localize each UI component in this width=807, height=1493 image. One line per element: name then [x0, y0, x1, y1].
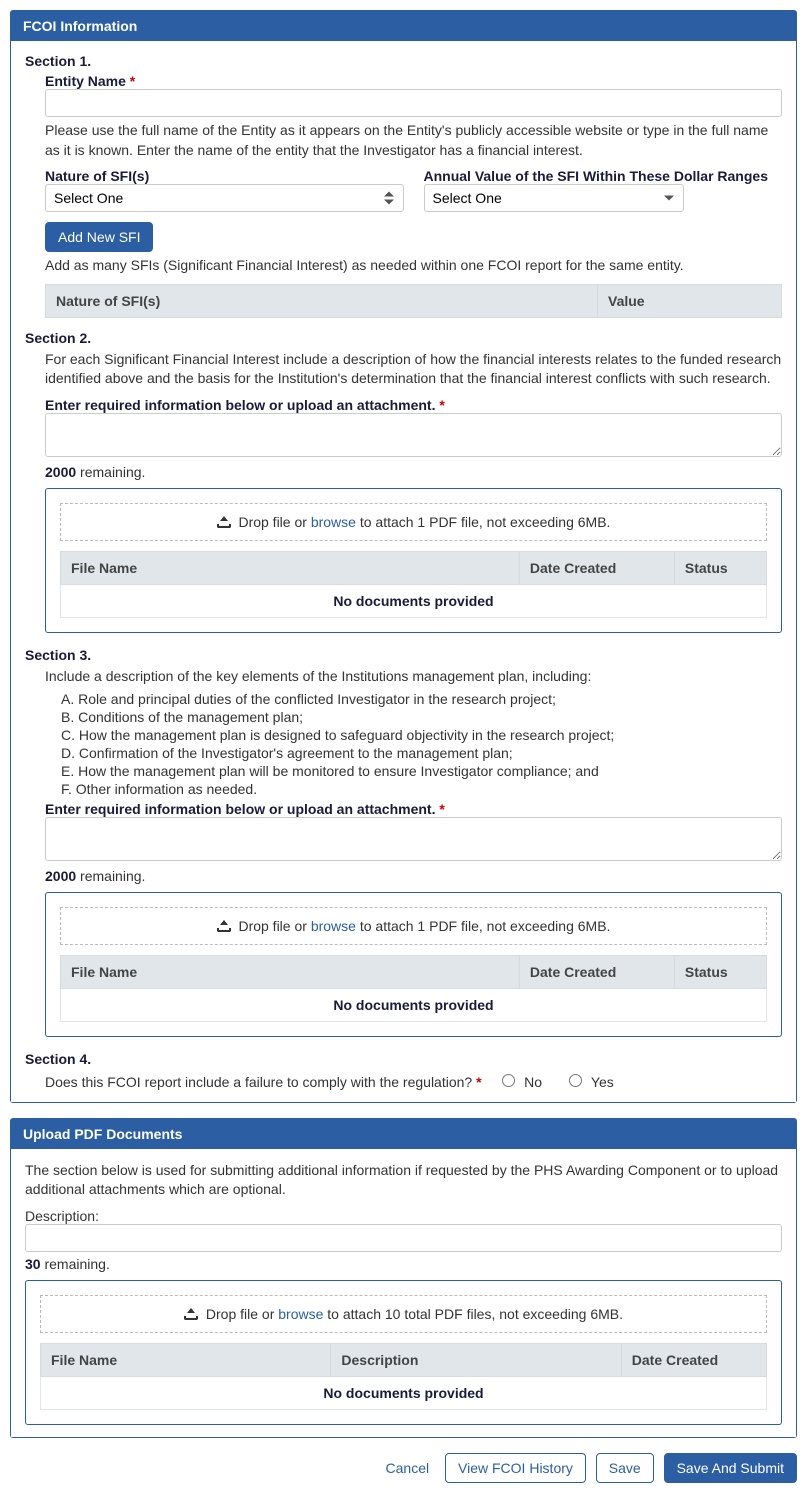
upload-icon — [217, 516, 231, 528]
upload-panel-help: The section below is used for submitting… — [25, 1161, 782, 1200]
section-3-textarea[interactable] — [45, 817, 782, 861]
section-2-help: For each Significant Financial Interest … — [45, 350, 782, 389]
section-3-input-label: Enter required information below or uplo… — [45, 801, 435, 817]
description-input[interactable] — [25, 1224, 782, 1252]
s2-th-status: Status — [674, 551, 766, 584]
s3-th-status: Status — [674, 955, 766, 988]
s3-th-file: File Name — [61, 955, 520, 988]
section-3-help: Include a description of the key element… — [45, 667, 782, 687]
footer-actions: Cancel View FCOI History Save Save And S… — [10, 1453, 797, 1483]
upload-file-table: File Name Description Date Created No do… — [40, 1343, 767, 1410]
s2-th-file: File Name — [61, 551, 520, 584]
upload-icon — [217, 920, 231, 932]
add-new-sfi-button[interactable]: Add New SFI — [45, 222, 153, 252]
section-2-browse-link[interactable]: browse — [311, 514, 356, 530]
section-3-counter: 2000 remaining. — [45, 868, 782, 884]
section-4-heading: Section 4. — [25, 1051, 782, 1067]
s3-item-b: B. Conditions of the management plan; — [61, 709, 782, 725]
description-label: Description: — [25, 1208, 782, 1224]
entity-name-label: Entity Name — [45, 73, 126, 89]
required-asterisk: * — [126, 73, 135, 89]
sfi-th-value: Value — [598, 284, 782, 317]
nature-sfi-label: Nature of SFI(s) — [45, 168, 404, 184]
sfi-th-nature: Nature of SFI(s) — [46, 284, 598, 317]
section-2-dropzone-wrap: Drop file or browse to attach 1 PDF file… — [45, 488, 782, 633]
add-sfi-help: Add as many SFIs (Significant Financial … — [45, 256, 782, 276]
upload-dropzone-wrap: Drop file or browse to attach 10 total P… — [25, 1280, 782, 1425]
up-th-desc: Description — [331, 1343, 621, 1376]
s2-empty: No documents provided — [61, 584, 767, 617]
view-fcoi-history-button[interactable]: View FCOI History — [445, 1453, 586, 1483]
s3-item-c: C. How the management plan is designed t… — [61, 727, 782, 743]
save-and-submit-button[interactable]: Save And Submit — [664, 1453, 797, 1483]
upload-panel-header: Upload PDF Documents — [11, 1119, 796, 1149]
section-2-file-table: File Name Date Created Status No documen… — [60, 551, 767, 618]
s3-th-date: Date Created — [519, 955, 674, 988]
section-4-radio-no[interactable] — [502, 1074, 515, 1087]
s2-th-date: Date Created — [519, 551, 674, 584]
section-4-radio-yes[interactable] — [569, 1074, 582, 1087]
section-2-textarea[interactable] — [45, 413, 782, 457]
annual-value-select[interactable]: Select One — [424, 184, 684, 212]
upload-dropzone[interactable]: Drop file or browse to attach 10 total P… — [40, 1295, 767, 1333]
s3-item-f: F. Other information as needed. — [61, 781, 782, 797]
upload-icon — [184, 1308, 198, 1320]
section-2-heading: Section 2. — [25, 330, 782, 346]
s3-item-a: A. Role and principal duties of the conf… — [61, 691, 782, 707]
section-3-dropzone-wrap: Drop file or browse to attach 1 PDF file… — [45, 892, 782, 1037]
sfi-table: Nature of SFI(s) Value — [45, 284, 782, 318]
description-counter: 30 remaining. — [25, 1256, 782, 1272]
upload-pdf-panel: Upload PDF Documents The section below i… — [10, 1118, 797, 1438]
section-4-label-yes: Yes — [591, 1074, 614, 1090]
section-3-browse-link[interactable]: browse — [311, 918, 356, 934]
entity-name-input[interactable] — [45, 89, 782, 117]
annual-value-label: Annual Value of the SFI Within These Dol… — [424, 168, 783, 184]
upload-browse-link[interactable]: browse — [278, 1306, 323, 1322]
s3-item-d: D. Confirmation of the Investigator's ag… — [61, 745, 782, 761]
section-3-heading: Section 3. — [25, 647, 782, 663]
section-2-counter: 2000 remaining. — [45, 464, 782, 480]
section-3-dropzone[interactable]: Drop file or browse to attach 1 PDF file… — [60, 907, 767, 945]
section-1-heading: Section 1. — [25, 53, 782, 69]
fcoi-panel-body: Section 1. Entity Name * Please use the … — [11, 41, 796, 1102]
section-4-question: Does this FCOI report include a failure … — [45, 1074, 472, 1090]
fcoi-information-panel: FCOI Information Section 1. Entity Name … — [10, 10, 797, 1103]
section-2-input-label: Enter required information below or uplo… — [45, 397, 435, 413]
up-empty: No documents provided — [41, 1376, 767, 1409]
s3-item-e: E. How the management plan will be monit… — [61, 763, 782, 779]
cancel-button[interactable]: Cancel — [380, 1459, 436, 1477]
section-3-file-table: File Name Date Created Status No documen… — [60, 955, 767, 1022]
save-button[interactable]: Save — [596, 1453, 654, 1483]
entity-name-help: Please use the full name of the Entity a… — [45, 121, 782, 160]
up-th-file: File Name — [41, 1343, 331, 1376]
s3-empty: No documents provided — [61, 988, 767, 1021]
up-th-date: Date Created — [621, 1343, 766, 1376]
section-4-label-no: No — [524, 1074, 542, 1090]
fcoi-panel-header: FCOI Information — [11, 11, 796, 41]
section-2-dropzone[interactable]: Drop file or browse to attach 1 PDF file… — [60, 503, 767, 541]
nature-sfi-select[interactable]: Select One — [45, 184, 404, 212]
